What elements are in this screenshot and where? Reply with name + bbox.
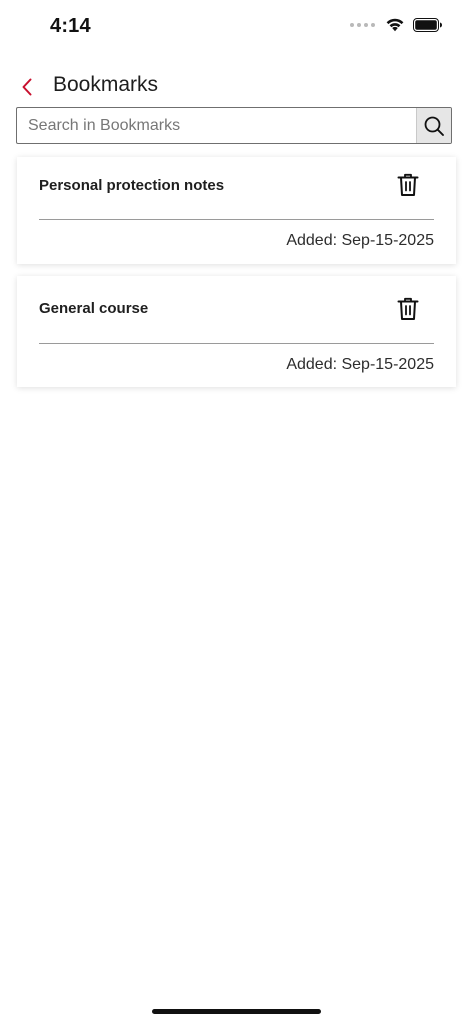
trash-icon xyxy=(397,297,419,320)
trash-icon xyxy=(397,173,419,196)
bookmark-card[interactable]: General course Added: Sep-15-2025 xyxy=(17,276,456,387)
search-button[interactable] xyxy=(416,108,451,143)
chevron-left-icon xyxy=(22,78,32,96)
home-indicator[interactable] xyxy=(152,1009,321,1014)
search-box xyxy=(16,107,452,144)
wifi-icon xyxy=(386,18,404,32)
bookmark-added-date: Added: Sep-15-2025 xyxy=(286,232,434,249)
status-time: 4:14 xyxy=(50,15,91,37)
header: Bookmarks xyxy=(0,66,473,106)
card-divider xyxy=(39,343,434,344)
status-icons xyxy=(350,17,443,32)
bookmark-added-date: Added: Sep-15-2025 xyxy=(286,356,434,373)
bookmark-title: General course xyxy=(39,300,149,317)
delete-bookmark-button[interactable] xyxy=(396,296,420,322)
card-divider xyxy=(39,219,434,220)
status-bar: 4:14 xyxy=(0,0,473,54)
bookmark-title: Personal protection notes xyxy=(39,177,225,194)
page-title: Bookmarks xyxy=(53,73,159,96)
battery-icon xyxy=(413,17,442,32)
delete-bookmark-button[interactable] xyxy=(396,172,420,198)
search-icon xyxy=(424,116,444,136)
back-button[interactable] xyxy=(14,74,40,100)
bookmark-card[interactable]: Personal protection notes Added: Sep-15-… xyxy=(17,157,456,264)
cellular-signal-icon xyxy=(350,22,375,27)
bookmarks-screen: 4:14 Bookmarks Search in Bookmarks Perso… xyxy=(0,0,473,1024)
search-input[interactable] xyxy=(17,108,416,143)
